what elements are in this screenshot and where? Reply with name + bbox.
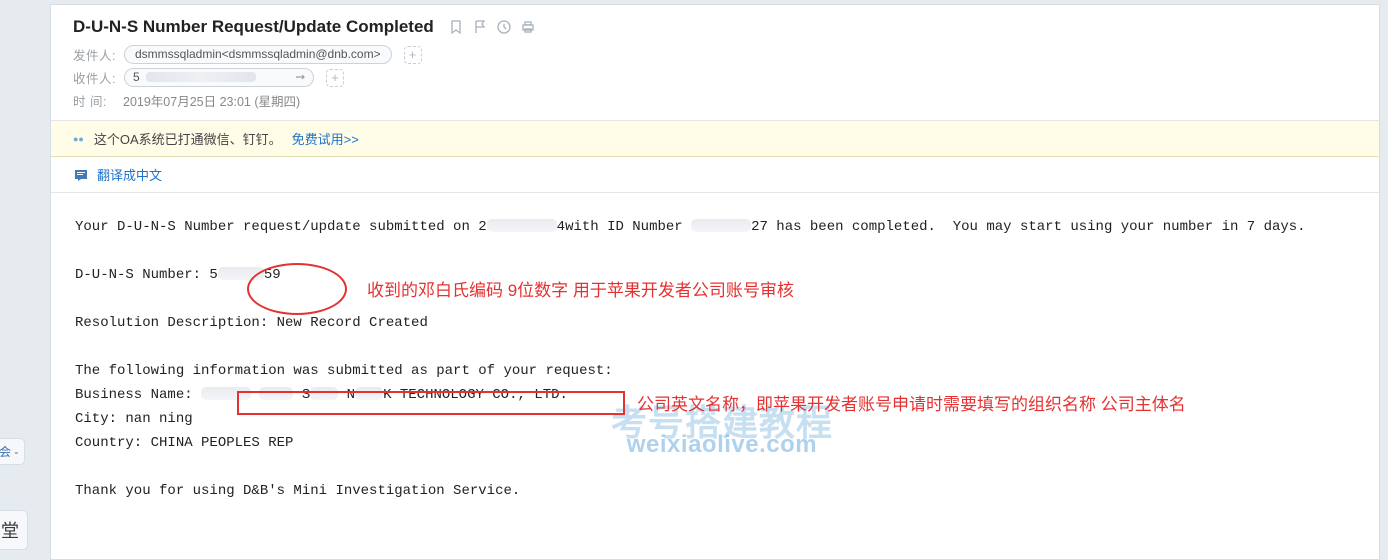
clock-icon[interactable] [496, 19, 512, 35]
chevron-down-icon [295, 70, 305, 84]
annotation-company-note: 公司英文名称，即苹果开发者账号申请时需要填写的组织名称 公司主体名 [637, 393, 1186, 417]
redacted-duns [218, 267, 264, 280]
email-subject: D-U-N-S Number Request/Update Completed [73, 17, 434, 37]
header-actions [448, 19, 536, 35]
redacted-biz-b [259, 387, 293, 400]
body-line-following: The following information was submitted … [75, 359, 1355, 383]
redacted-biz-d [355, 387, 383, 400]
left-strip: 会 - 堂 [0, 0, 44, 560]
chain-icon: ●● [73, 134, 84, 144]
redacted-id [691, 219, 751, 232]
mail-panel: D-U-N-S Number Request/Update Completed … [50, 4, 1380, 560]
email-body: 考号搭建教程 weixiaolive.com Your D-U-N-S Numb… [51, 193, 1379, 523]
add-sender-button[interactable]: + [404, 46, 422, 64]
body-line-country: Country: CHINA PEOPLES REP [75, 431, 1355, 455]
banner-text: 这个OA系统已打通微信、钉钉。 [94, 129, 282, 148]
to-chip-prefix: 5 [133, 70, 140, 84]
redacted-date [487, 219, 557, 232]
promo-banner: ●● 这个OA系统已打通微信、钉钉。 免费试用>> [51, 120, 1379, 157]
annotation-duns-note: 收到的邓白氏编码 9位数字 用于苹果开发者公司账号审核 [367, 279, 794, 303]
bookmark-icon[interactable] [448, 19, 464, 35]
left-bubble-bottom: 堂 [0, 510, 28, 550]
from-line: 发件人: dsmmssqladmin<dsmmssqladmin@dnb.com… [51, 43, 1379, 66]
banner-link[interactable]: 免费试用>> [292, 129, 359, 148]
time-value: 2019年07月25日 23:01 (星期四) [123, 91, 300, 110]
body-line-resolution: Resolution Description: New Record Creat… [75, 311, 1355, 335]
to-chip-redacted [146, 72, 256, 82]
body-line-intro: Your D-U-N-S Number request/update submi… [75, 215, 1355, 239]
time-label: 时 间: [73, 91, 115, 110]
from-label: 发件人: [73, 45, 116, 64]
body-line-thanks: Thank you for using D&B's Mini Investiga… [75, 479, 1355, 503]
to-line: 收件人: 5 + [51, 66, 1379, 89]
translate-icon [73, 167, 89, 183]
print-icon[interactable] [520, 19, 536, 35]
flag-icon[interactable] [472, 19, 488, 35]
from-chip[interactable]: dsmmssqladmin<dsmmssqladmin@dnb.com> [124, 45, 392, 64]
to-label: 收件人: [73, 68, 116, 87]
redacted-biz-a [201, 387, 251, 400]
translate-bar: 翻译成中文 [51, 157, 1379, 193]
add-recipient-button[interactable]: + [326, 69, 344, 87]
translate-link[interactable]: 翻译成中文 [97, 165, 162, 184]
header-row: D-U-N-S Number Request/Update Completed [51, 5, 1379, 43]
left-bubble-top: 会 - [0, 438, 25, 465]
time-line: 时 间: 2019年07月25日 23:01 (星期四) [51, 89, 1379, 112]
redacted-biz-c [310, 387, 338, 400]
to-chip[interactable]: 5 [124, 68, 314, 87]
